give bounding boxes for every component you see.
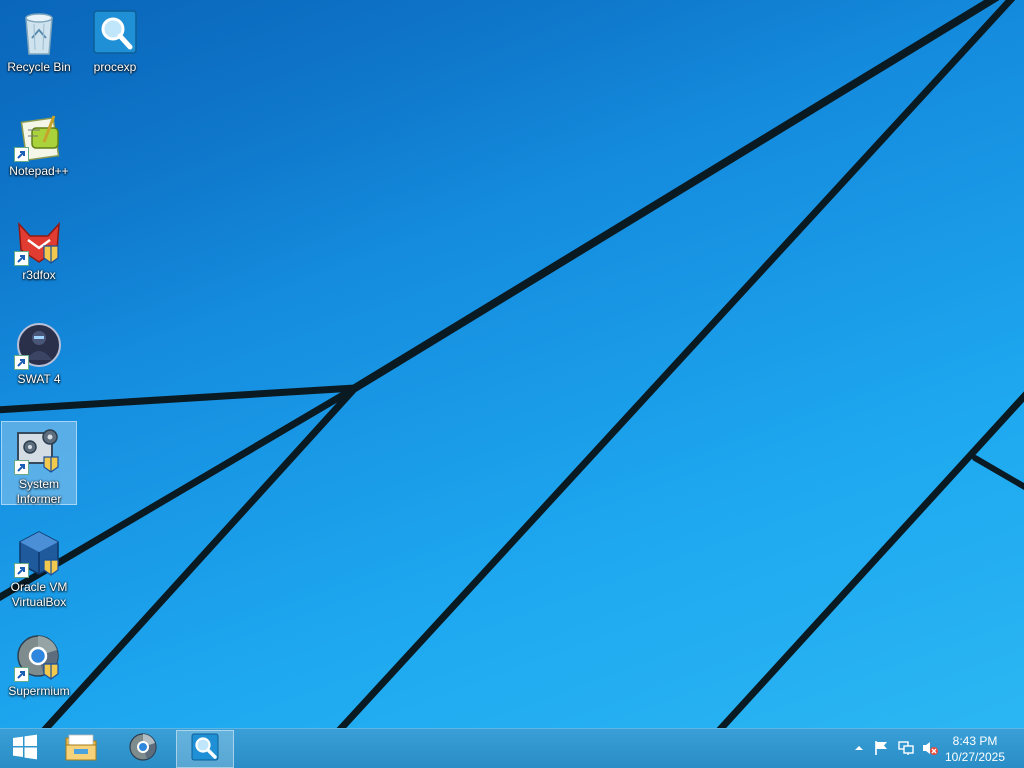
- r3dfox-icon: [14, 216, 64, 266]
- volume-muted-icon[interactable]: [921, 739, 939, 757]
- wallpaper-lines: [0, 0, 1024, 728]
- taskbar-file-explorer[interactable]: [56, 730, 106, 768]
- action-center-flag-icon[interactable]: [872, 739, 890, 757]
- desktop-icon-supermium[interactable]: Supermium: [2, 629, 76, 715]
- recycle-bin-icon: [14, 8, 64, 58]
- desktop-icon-label: Oracle VM VirtualBox: [10, 580, 68, 609]
- supermium-icon: [14, 632, 64, 682]
- desktop-icon-label: Recycle Bin: [7, 60, 71, 74]
- desktop-icon-label: r3dfox: [22, 268, 56, 282]
- desktop-icon-label: procexp: [93, 60, 137, 74]
- notepad-plus-plus-icon: [14, 112, 64, 162]
- shortcut-arrow-icon: [14, 667, 29, 682]
- show-hidden-icons-button[interactable]: [850, 739, 868, 757]
- desktop-icon-virtualbox[interactable]: Oracle VM VirtualBox: [2, 525, 76, 611]
- desktop-icon-system-informer[interactable]: System Informer: [1, 421, 77, 506]
- file-explorer-icon: [64, 732, 98, 766]
- shortcut-arrow-icon: [14, 563, 29, 578]
- network-icon[interactable]: [897, 739, 915, 757]
- desktop-icon-label: System Informer: [16, 477, 62, 506]
- shortcut-arrow-icon: [14, 251, 29, 266]
- desktop-icon-recycle-bin[interactable]: Recycle Bin: [2, 5, 76, 91]
- virtualbox-icon: [14, 528, 64, 578]
- taskbar-procexp[interactable]: [176, 730, 234, 768]
- taskbar: 8:43 PM 10/27/2025: [0, 728, 1024, 768]
- swat4-icon: [14, 320, 64, 370]
- shortcut-arrow-icon: [14, 460, 29, 475]
- procexp-icon: [90, 8, 140, 58]
- procexp-icon: [190, 732, 220, 766]
- supermium-icon: [128, 732, 158, 766]
- windows-logo-icon: [12, 734, 38, 764]
- system-informer-icon: [14, 425, 64, 475]
- desktop-icon-r3dfox[interactable]: r3dfox: [2, 213, 76, 299]
- desktop-icon-swat4[interactable]: SWAT 4: [2, 317, 76, 403]
- desktop-icon-label: SWAT 4: [17, 372, 61, 386]
- desktop-icon-label: Notepad++: [9, 164, 69, 178]
- desktop-icon-notepad-plus-plus[interactable]: Notepad++: [2, 109, 76, 195]
- shortcut-arrow-icon: [14, 355, 29, 370]
- clock-date: 10/27/2025: [944, 750, 1006, 764]
- clock-time: 8:43 PM: [952, 734, 998, 748]
- taskbar-supermium[interactable]: [116, 730, 170, 768]
- desktop-icon-procexp[interactable]: procexp: [78, 5, 152, 91]
- desktop-icon-label: Supermium: [8, 684, 70, 698]
- system-clock[interactable]: 8:43 PM 10/27/2025: [940, 733, 1010, 765]
- start-button[interactable]: [0, 730, 50, 768]
- shortcut-arrow-icon: [14, 147, 29, 162]
- desktop[interactable]: Recycle Bin procexp Notepad++ r3dfox SWA…: [0, 0, 1024, 728]
